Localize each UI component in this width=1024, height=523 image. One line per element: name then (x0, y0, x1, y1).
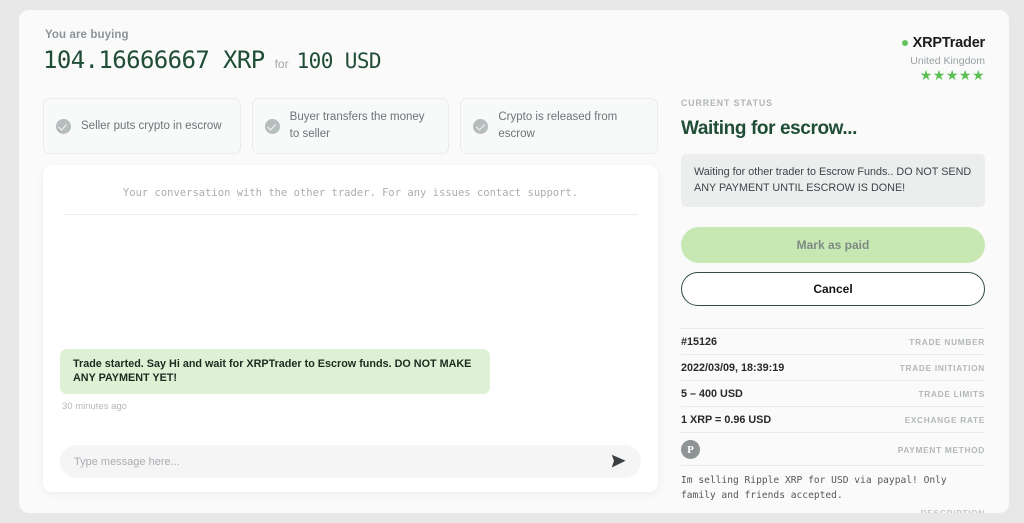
detail-row-trade-number: #15126 TRADE NUMBER (681, 328, 985, 354)
chat-messages: Trade started. Say Hi and wait for XRPTr… (43, 225, 658, 420)
trade-details: #15126 TRADE NUMBER 2022/03/09, 18:39:19… (681, 328, 985, 513)
detail-row-trade-initiation: 2022/03/09, 18:39:19 TRADE INITIATION (681, 354, 985, 380)
right-column: CURRENT STATUS Waiting for escrow... Wai… (681, 98, 985, 513)
message-input[interactable] (74, 455, 610, 468)
brand-country: United Kingdom (910, 55, 985, 67)
detail-row-exchange-rate: 1 XRP = 0.96 USD EXCHANGE RATE (681, 406, 985, 432)
brand-name: XRPTrader (912, 35, 986, 51)
step-card: Seller puts crypto in escrow (43, 98, 241, 154)
chat-divider (63, 214, 638, 215)
crypto-amount: 104.16666667 XRP (43, 46, 265, 74)
left-column: Seller puts crypto in escrow Buyer trans… (43, 98, 659, 492)
status-title: Waiting for escrow... (681, 118, 857, 139)
send-paper-plane-icon[interactable] (610, 453, 627, 470)
check-circle-icon (473, 118, 489, 134)
check-circle-icon (264, 118, 280, 134)
trader-brand[interactable]: XRPTrader United Kingdom ★★★★★ (901, 35, 986, 83)
detail-value: 1 XRP = 0.96 USD (681, 414, 772, 427)
page-header: You are buying 104.16666667 XRP for 100 … (19, 10, 1009, 95)
check-circle-icon (56, 118, 71, 134)
detail-key: PAYMENT METHOD (897, 444, 985, 455)
step-card: Crypto is released from escrow (460, 98, 659, 154)
detail-row-trade-limits: 5 – 400 USD TRADE LIMITS (681, 380, 985, 406)
detail-value: 5 – 400 USD (681, 388, 743, 401)
current-status-label: CURRENT STATUS (681, 98, 773, 108)
online-status-dot-icon (901, 40, 908, 46)
step-label: Buyer transfers the money to seller (289, 111, 425, 140)
buying-label: You are buying (45, 29, 129, 41)
message-bubble: Trade started. Say Hi and wait for XRPTr… (60, 348, 490, 394)
chat-panel: Your conversation with the other trader.… (43, 165, 658, 492)
trade-amount: 104.16666667 XRP for 100 USD (43, 46, 382, 74)
step-label: Crypto is released from escrow (498, 111, 618, 140)
chat-notice: Your conversation with the other trader.… (122, 187, 579, 199)
detail-key: TRADE INITIATION (899, 363, 985, 374)
chat-input-row[interactable] (60, 445, 641, 478)
fiat-amount: 100 USD (296, 49, 382, 73)
detail-value: #15126 (681, 336, 718, 349)
rating-stars-icon: ★★★★★ (919, 67, 985, 83)
step-label: Seller puts crypto in escrow (81, 119, 222, 132)
cancel-button[interactable]: Cancel (681, 272, 985, 307)
detail-key: TRADE LIMITS (918, 389, 985, 400)
step-card: Buyer transfers the money to seller (251, 98, 450, 154)
message-timestamp: 30 minutes ago (62, 401, 127, 412)
escrow-steps: Seller puts crypto in escrow Buyer trans… (43, 98, 659, 154)
status-message: Waiting for other trader to Escrow Funds… (681, 154, 985, 208)
trade-page: You are buying 104.16666667 XRP for 100 … (19, 10, 1009, 513)
for-word: for (274, 57, 289, 71)
detail-key: EXCHANGE RATE (904, 415, 985, 426)
brand-name-row: XRPTrader (901, 35, 986, 51)
detail-row-payment-method: P PAYMENT METHOD (681, 432, 985, 465)
detail-key: TRADE NUMBER (909, 337, 985, 348)
description-text: Im selling Ripple XRP for USD via paypal… (681, 475, 947, 501)
detail-key: DESCRIPTION (681, 508, 985, 513)
detail-value: 2022/03/09, 18:39:19 (681, 362, 785, 375)
chat-message: Trade started. Say Hi and wait for XRPTr… (60, 348, 490, 412)
detail-row-description: Im selling Ripple XRP for USD via paypal… (681, 465, 985, 513)
mark-as-paid-button[interactable]: Mark as paid (681, 227, 985, 264)
paypal-icon: P (681, 440, 700, 460)
